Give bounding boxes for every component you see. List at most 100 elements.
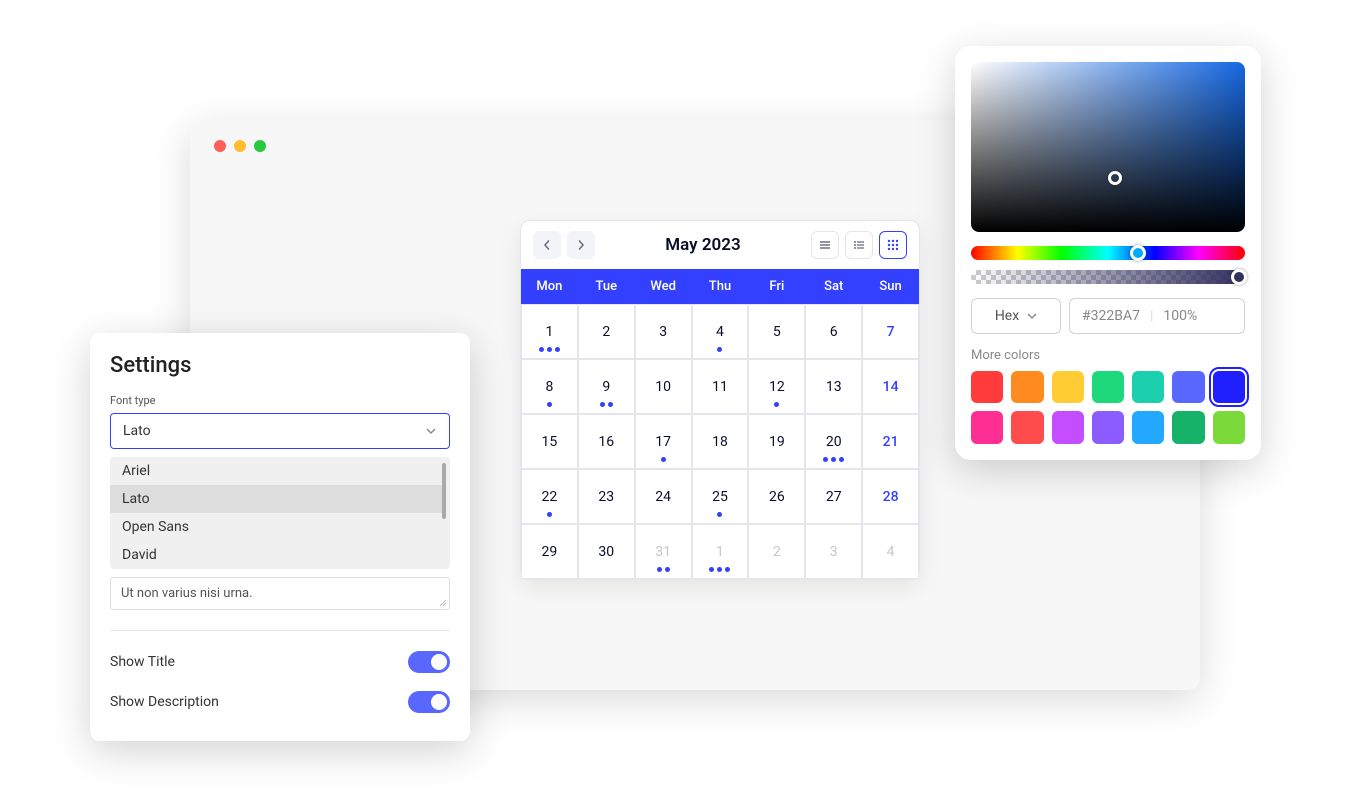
next-month-button[interactable] — [567, 231, 595, 259]
day-number: 12 — [769, 379, 785, 395]
event-dots — [717, 347, 722, 352]
divider — [110, 630, 450, 631]
calendar-day[interactable]: 8 — [521, 359, 578, 414]
color-swatch[interactable] — [1092, 411, 1124, 443]
calendar-day[interactable]: 14 — [862, 359, 919, 414]
calendar-day[interactable]: 28 — [862, 469, 919, 524]
day-number: 17 — [655, 434, 671, 450]
calendar-day[interactable]: 6 — [805, 304, 862, 359]
color-swatch[interactable] — [1172, 371, 1204, 403]
textarea-value: Ut non varius nisi urna. — [121, 586, 253, 601]
hue-cursor[interactable] — [1130, 245, 1146, 261]
color-swatch[interactable] — [971, 411, 1003, 443]
calendar-day[interactable]: 31 — [635, 524, 692, 579]
calendar-day[interactable]: 21 — [862, 414, 919, 469]
view-list-button[interactable] — [811, 231, 839, 259]
calendar-day[interactable]: 26 — [748, 469, 805, 524]
day-number: 26 — [769, 489, 785, 505]
calendar-day[interactable]: 25 — [692, 469, 749, 524]
calendar-day[interactable]: 23 — [578, 469, 635, 524]
calendar-day[interactable]: 15 — [521, 414, 578, 469]
font-type-dropdown[interactable]: ArielLatoOpen SansDavid — [110, 457, 450, 569]
day-number: 31 — [655, 544, 671, 560]
color-swatch[interactable] — [1052, 371, 1084, 403]
color-swatch[interactable] — [1011, 371, 1043, 403]
calendar-day[interactable]: 13 — [805, 359, 862, 414]
show-description-label: Show Description — [110, 694, 219, 710]
calendar-day[interactable]: 3 — [635, 304, 692, 359]
window-maximize-button[interactable] — [254, 140, 266, 152]
calendar-day[interactable]: 7 — [862, 304, 919, 359]
show-title-toggle[interactable] — [408, 651, 450, 673]
color-inputs: Hex #322BA7 | 100% — [971, 298, 1245, 334]
font-option[interactable]: Ariel — [110, 457, 444, 485]
scrollbar-thumb[interactable] — [442, 463, 446, 519]
show-description-toggle[interactable] — [408, 691, 450, 713]
calendar-day[interactable]: 9 — [578, 359, 635, 414]
prev-month-button[interactable] — [533, 231, 561, 259]
font-type-select[interactable]: Lato — [110, 413, 450, 449]
color-swatch[interactable] — [1092, 371, 1124, 403]
resize-handle-icon[interactable] — [437, 597, 447, 607]
calendar-day[interactable]: 19 — [748, 414, 805, 469]
calendar-day[interactable]: 4 — [692, 304, 749, 359]
opacity-value: 100% — [1163, 308, 1197, 324]
color-swatch[interactable] — [1132, 371, 1164, 403]
color-picker: Hex #322BA7 | 100% More colors — [955, 46, 1261, 460]
weekday-label: Mon — [521, 269, 578, 304]
calendar-day[interactable]: 5 — [748, 304, 805, 359]
color-format-select[interactable]: Hex — [971, 298, 1061, 334]
day-number: 29 — [542, 544, 558, 560]
font-option[interactable]: Lato — [110, 485, 444, 513]
font-option[interactable]: David — [110, 541, 444, 569]
day-number: 1 — [545, 324, 553, 340]
color-swatch[interactable] — [1172, 411, 1204, 443]
calendar-day[interactable]: 30 — [578, 524, 635, 579]
color-swatch[interactable] — [1052, 411, 1084, 443]
day-number: 2 — [602, 324, 610, 340]
calendar-day[interactable]: 12 — [748, 359, 805, 414]
calendar-day[interactable]: 2 — [578, 304, 635, 359]
alpha-slider[interactable] — [971, 270, 1245, 284]
font-option[interactable]: Open Sans — [110, 513, 444, 541]
settings-panel: Settings Font type Lato ArielLatoOpen Sa… — [90, 333, 470, 741]
canvas-cursor[interactable] — [1108, 171, 1122, 185]
calendar-day[interactable]: 16 — [578, 414, 635, 469]
calendar-title: May 2023 — [601, 235, 805, 255]
day-number: 18 — [712, 434, 728, 450]
calendar-day[interactable]: 22 — [521, 469, 578, 524]
day-number: 15 — [542, 434, 558, 450]
calendar-day[interactable]: 18 — [692, 414, 749, 469]
font-type-label: Font type — [110, 394, 450, 407]
calendar-day[interactable]: 3 — [805, 524, 862, 579]
hue-slider[interactable] — [971, 246, 1245, 260]
list-lines-icon — [819, 239, 831, 251]
calendar-day[interactable]: 29 — [521, 524, 578, 579]
window-minimize-button[interactable] — [234, 140, 246, 152]
color-swatch[interactable] — [971, 371, 1003, 403]
calendar-day[interactable]: 27 — [805, 469, 862, 524]
event-dots — [539, 347, 560, 352]
weekday-label: Tue — [578, 269, 635, 304]
color-swatch[interactable] — [1213, 411, 1245, 443]
view-grid-button[interactable] — [879, 231, 907, 259]
day-number: 1 — [716, 544, 724, 560]
window-close-button[interactable] — [214, 140, 226, 152]
calendar-day[interactable]: 4 — [862, 524, 919, 579]
alpha-cursor[interactable] — [1231, 269, 1247, 285]
description-textarea[interactable]: Ut non varius nisi urna. — [110, 577, 450, 610]
calendar-day[interactable]: 2 — [748, 524, 805, 579]
color-swatch[interactable] — [1132, 411, 1164, 443]
color-canvas[interactable] — [971, 62, 1245, 232]
view-agenda-button[interactable] — [845, 231, 873, 259]
calendar-day[interactable]: 10 — [635, 359, 692, 414]
calendar-day[interactable]: 11 — [692, 359, 749, 414]
calendar-day[interactable]: 20 — [805, 414, 862, 469]
color-swatch[interactable] — [1011, 411, 1043, 443]
calendar-day[interactable]: 24 — [635, 469, 692, 524]
calendar-day[interactable]: 1 — [521, 304, 578, 359]
calendar-day[interactable]: 17 — [635, 414, 692, 469]
color-swatch[interactable] — [1213, 371, 1245, 403]
hex-input[interactable]: #322BA7 | 100% — [1069, 298, 1245, 334]
calendar-day[interactable]: 1 — [692, 524, 749, 579]
